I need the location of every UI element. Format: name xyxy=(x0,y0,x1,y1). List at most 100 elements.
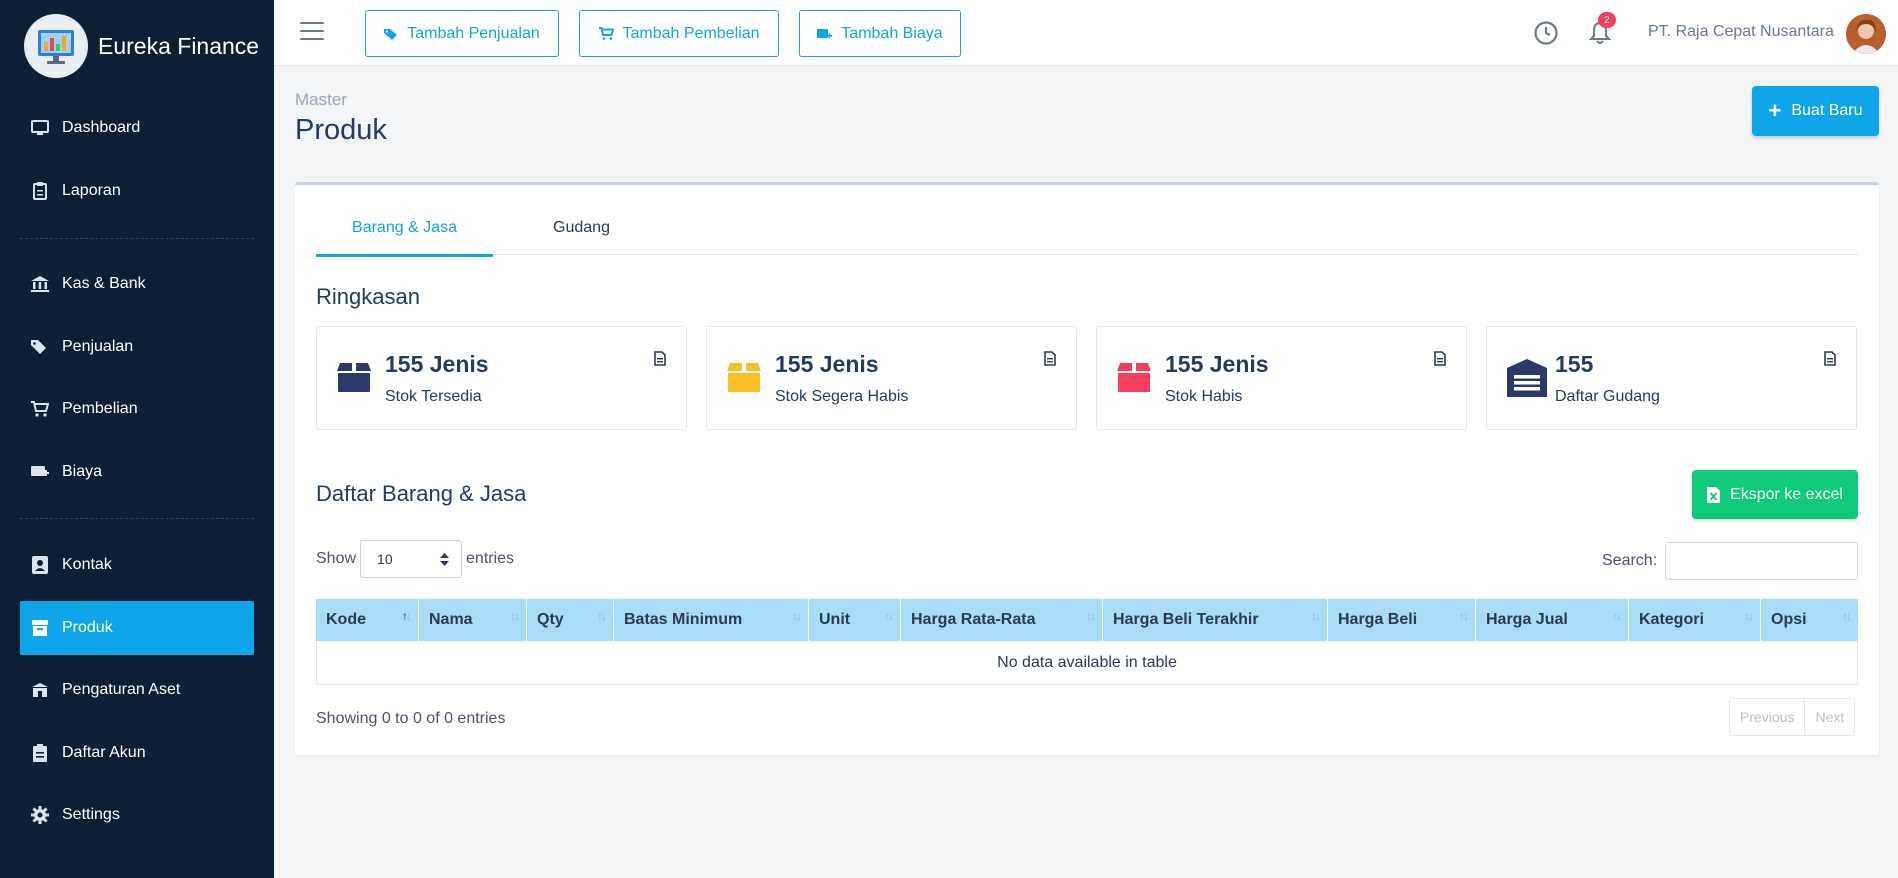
sidebar-divider xyxy=(20,238,254,239)
summary-card-daftar-gudang[interactable]: 155 Daftar Gudang xyxy=(1486,326,1857,430)
box-icon xyxy=(337,363,371,392)
tab-label: Barang & Jasa xyxy=(352,219,457,236)
select-arrows-icon xyxy=(440,552,450,566)
button-label: Tambah Biaya xyxy=(841,24,943,42)
entries-control: Show 10 entries xyxy=(316,540,514,578)
sidebar-item-laporan[interactable]: Laporan xyxy=(20,164,254,218)
column-harga-rata-rata[interactable]: Harga Rata-Rata ↑↓ xyxy=(901,599,1103,641)
tab-gudang[interactable]: Gudang xyxy=(493,215,670,255)
bank-icon xyxy=(30,274,50,294)
sidebar-item-penjualan[interactable]: Penjualan xyxy=(20,320,254,374)
column-harga-beli[interactable]: Harga Beli ↑↓ xyxy=(1328,599,1476,641)
summary-label: Stok Habis xyxy=(1165,388,1243,405)
buat-baru-button[interactable]: + Buat Baru xyxy=(1752,86,1879,136)
sidebar-item-produk[interactable]: Produk xyxy=(20,601,254,655)
tags-icon xyxy=(30,337,50,357)
next-button[interactable]: Next xyxy=(1804,699,1854,735)
sidebar-item-kontak[interactable]: Kontak xyxy=(20,538,254,592)
summary-card-stok-tersedia[interactable]: 155 Jenis Stok Tersedia xyxy=(316,326,687,430)
sidebar-item-label: Kontak xyxy=(62,556,112,573)
sidebar-item-settings[interactable]: Settings xyxy=(20,788,254,842)
sidebar-item-pengaturan-aset[interactable]: Pengaturan Aset xyxy=(20,663,254,717)
column-label: Kategori xyxy=(1639,611,1704,628)
table-info: Showing 0 to 0 of 0 entries xyxy=(316,710,506,727)
column-batas-minimum[interactable]: Batas Minimum ↑↓ xyxy=(614,599,809,641)
company-name[interactable]: PT. Raja Cepat Nusantara xyxy=(1648,23,1834,41)
summary-value: 155 Jenis xyxy=(775,351,879,377)
sidebar-item-biaya[interactable]: Biaya xyxy=(20,445,254,499)
document-icon[interactable] xyxy=(1434,351,1446,366)
column-nama[interactable]: Nama ↑↓ xyxy=(419,599,527,641)
column-kategori[interactable]: Kategori ↑↓ xyxy=(1629,599,1761,641)
ekspor-excel-button[interactable]: Ekspor ke excel xyxy=(1692,470,1858,519)
sidebar-item-label: Kas & Bank xyxy=(62,275,146,292)
box-icon xyxy=(727,363,761,392)
tab-barang-jasa[interactable]: Barang & Jasa xyxy=(316,215,493,257)
sidebar-item-kas-bank[interactable]: Kas & Bank xyxy=(20,257,254,311)
sidebar: Eureka Finance Dashboard Laporan Kas & B… xyxy=(0,0,274,878)
entries-label: entries xyxy=(466,550,515,567)
column-unit[interactable]: Unit ↑↓ xyxy=(809,599,901,641)
entries-value: 10 xyxy=(377,551,393,567)
sidebar-item-pembelian[interactable]: Pembelian xyxy=(20,382,254,436)
brand-name: Eureka Finance xyxy=(98,32,260,59)
tambah-pembelian-button[interactable]: Tambah Pembelian xyxy=(579,10,779,57)
summary-label: Stok Segera Habis xyxy=(775,388,909,405)
tab-label: Gudang xyxy=(553,219,610,236)
monitor-icon xyxy=(30,118,50,138)
pagination: Previous Next xyxy=(1729,698,1856,736)
previous-button[interactable]: Previous xyxy=(1730,699,1804,735)
empty-table-message: No data available in table xyxy=(316,641,1858,685)
breadcrumb: Master xyxy=(295,90,347,109)
contact-card-icon xyxy=(30,555,50,575)
document-icon[interactable] xyxy=(654,351,666,366)
tag-icon xyxy=(384,28,398,40)
column-label: Kode xyxy=(326,611,366,628)
tambah-penjualan-button[interactable]: Tambah Penjualan xyxy=(365,10,559,57)
sort-icon: ↑↓ xyxy=(1086,609,1096,623)
summary-card-stok-segera-habis[interactable]: 155 Jenis Stok Segera Habis xyxy=(706,326,1077,430)
summary-value: 155 Jenis xyxy=(1165,351,1269,377)
sort-icon: ↑↓ xyxy=(1612,609,1622,623)
summary-label: Stok Tersedia xyxy=(385,388,482,405)
column-label: Qty xyxy=(537,611,564,628)
page-title: Produk xyxy=(295,114,387,146)
document-icon[interactable] xyxy=(1044,351,1056,366)
column-harga-jual[interactable]: Harga Jual ↑↓ xyxy=(1476,599,1629,641)
list-clipboard-icon xyxy=(30,743,50,763)
entries-select[interactable]: 10 xyxy=(360,540,463,578)
summary-card-stok-habis[interactable]: 155 Jenis Stok Habis xyxy=(1096,326,1467,430)
sidebar-item-dashboard[interactable]: Dashboard xyxy=(20,101,254,155)
column-opsi[interactable]: Opsi ↑↓ xyxy=(1761,599,1858,641)
hamburger-menu-icon[interactable] xyxy=(300,22,324,42)
sidebar-item-label: Pembelian xyxy=(62,400,138,417)
box-icon xyxy=(30,618,50,638)
tab-bar: Barang & Jasa Gudang xyxy=(316,215,1858,257)
button-label: Tambah Pembelian xyxy=(622,24,760,42)
sort-icon: ↑↓ xyxy=(510,609,520,623)
document-icon[interactable] xyxy=(1824,351,1836,366)
brand[interactable]: Eureka Finance xyxy=(0,0,274,92)
sort-icon: ↑↓ xyxy=(792,609,802,623)
button-label: Tambah Penjualan xyxy=(407,24,540,42)
column-qty[interactable]: Qty ↑↓ xyxy=(527,599,614,641)
summary-label: Daftar Gudang xyxy=(1555,388,1660,405)
search-input[interactable] xyxy=(1665,542,1858,580)
excel-file-icon xyxy=(1707,486,1721,503)
sidebar-item-label: Pengaturan Aset xyxy=(62,681,181,698)
column-label: Harga Rata-Rata xyxy=(911,611,1036,628)
sidebar-divider xyxy=(20,518,254,519)
column-label: Unit xyxy=(819,611,851,628)
avatar[interactable] xyxy=(1846,14,1886,54)
tambah-biaya-button[interactable]: Tambah Biaya xyxy=(799,10,961,57)
monitor-chart-icon xyxy=(24,14,88,78)
sort-icon: ↑↓ xyxy=(1842,609,1852,623)
column-label: Harga Beli xyxy=(1338,611,1418,628)
column-harga-beli-terakhir[interactable]: Harga Beli Terakhir ↑↓ xyxy=(1103,599,1328,641)
clock-icon[interactable] xyxy=(1533,20,1559,46)
table-header: Kode ↑↓ Nama ↑↓ Qty ↑↓ Batas Minimum ↑↓ Unit… xyxy=(316,599,1858,641)
sidebar-item-daftar-akun[interactable]: Daftar Akun xyxy=(20,726,254,780)
sort-icon: ↑↓ xyxy=(1459,609,1469,623)
box-icon xyxy=(1117,363,1151,392)
column-kode[interactable]: Kode ↑↓ xyxy=(316,599,419,641)
